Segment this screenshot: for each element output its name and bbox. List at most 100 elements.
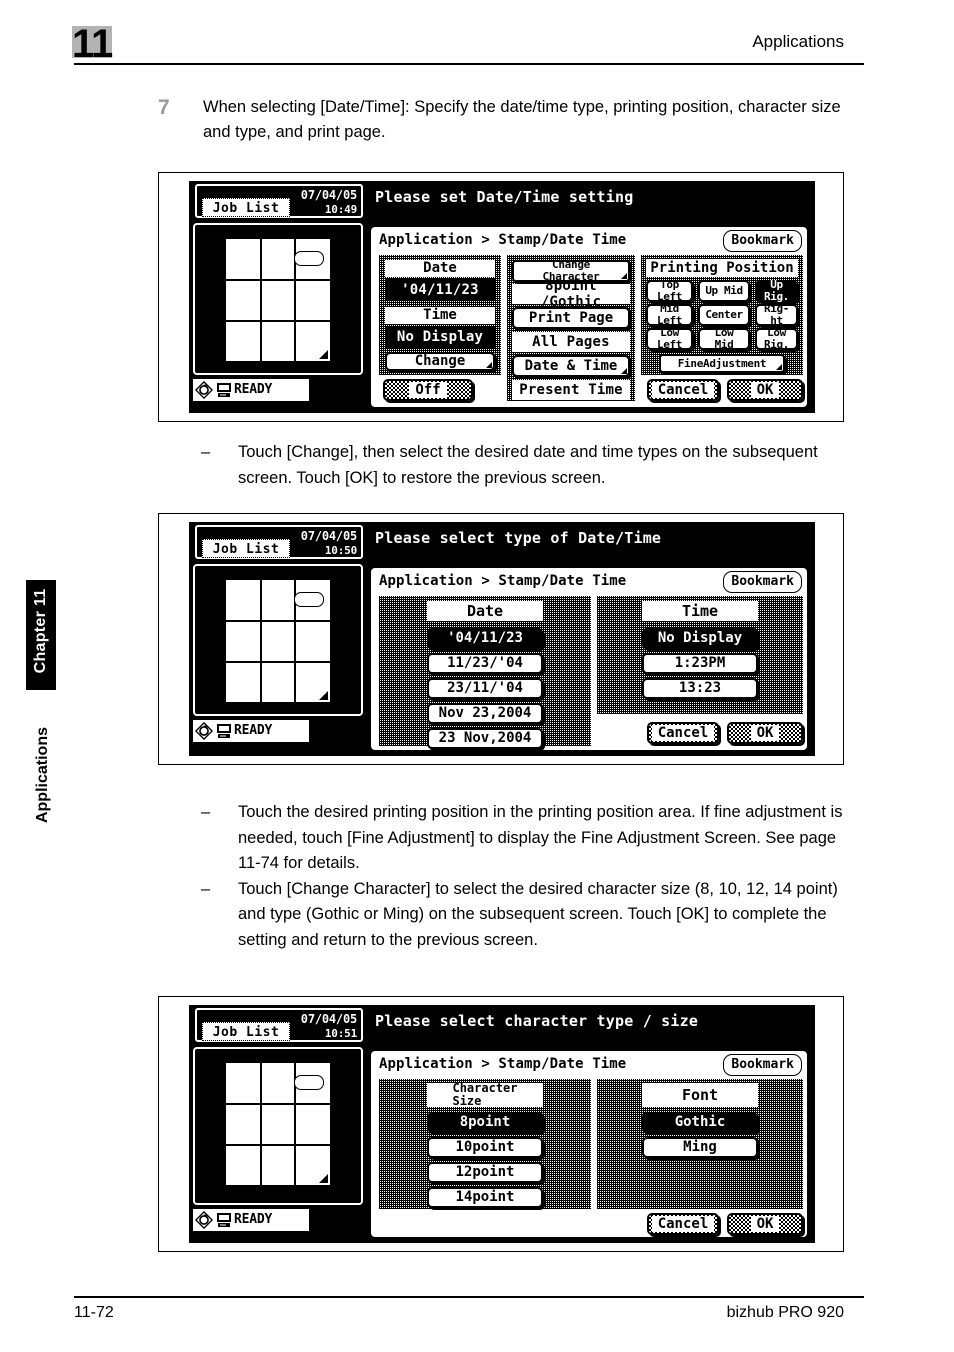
change-button-label-1: Change — [414, 353, 466, 370]
time-option-1[interactable]: 1:23PM — [642, 653, 758, 674]
document-preview-1 — [193, 223, 363, 375]
time-option-0[interactable]: No Display — [642, 628, 758, 649]
job-list-button-3[interactable]: Job List — [202, 1022, 290, 1041]
print-page-label-1: Print Page — [528, 309, 614, 326]
size-option-0[interactable]: 8point — [427, 1112, 543, 1133]
time-option-label-2: 13:23 — [678, 680, 722, 697]
job-list-time-2: 10:50 — [324, 544, 357, 557]
position-button-top-left[interactable]: Top Left — [646, 278, 693, 303]
job-list-time-1: 10:49 — [324, 203, 357, 216]
rotate-icon-1 — [195, 381, 213, 399]
job-list-date-2: 07/04/05 — [300, 529, 357, 543]
date-option-4[interactable]: 23 Nov,2004 — [427, 728, 543, 749]
bookmark-button-3[interactable]: Bookmark — [723, 1054, 802, 1076]
position-label-up-right: Up Rig. — [764, 278, 789, 303]
status-text-3: READY — [234, 1212, 273, 1227]
ok-label-3: OK — [750, 1216, 780, 1232]
lcd-screen-1: Job List 07/04/05 10:49 Please set Date/… — [189, 181, 815, 413]
size-option-2[interactable]: 12point — [427, 1162, 543, 1183]
position-label-center: Center — [705, 308, 743, 322]
stamp-position-indicator-2 — [294, 592, 324, 607]
date-option-label-3: Nov 23,2004 — [438, 705, 532, 722]
printer-icon-3 — [217, 1213, 231, 1227]
lcd-top-bar-2: Job List 07/04/05 10:50 Please select ty… — [189, 522, 815, 562]
list-item: – Touch [Change], then select the desire… — [195, 440, 855, 491]
position-button-up-mid[interactable]: Up Mid — [698, 280, 750, 302]
position-button-right[interactable]: Rig- ht — [755, 303, 798, 326]
position-button-up-right[interactable]: Up Rig. — [755, 278, 798, 303]
status-bar-1: READY — [193, 379, 309, 401]
date-time-button-1[interactable]: Date & Time — [512, 355, 630, 377]
date-option-label-0: '04/11/23 — [447, 630, 523, 647]
page-corner-mark-2 — [319, 691, 328, 700]
chapter-side-tab: Chapter 11 — [26, 580, 56, 690]
position-label-top-left: Top Left — [657, 278, 682, 303]
font-option-0[interactable]: Gothic — [642, 1112, 758, 1133]
bullet-list-1: – Touch [Change], then select the desire… — [195, 440, 855, 491]
size-option-label-0: 8point — [459, 1114, 511, 1131]
job-list-date-3: 07/04/05 — [300, 1012, 357, 1026]
date-option-3[interactable]: Nov 23,2004 — [427, 703, 543, 724]
print-page-button-1[interactable]: Print Page — [512, 307, 630, 329]
position-button-low-left[interactable]: Low Left — [646, 327, 693, 350]
lcd-top-bar-1: Job List 07/04/05 10:49 Please set Date/… — [189, 181, 815, 221]
ok-label-1: OK — [750, 382, 780, 398]
change-button-1[interactable]: Change — [385, 352, 495, 371]
footer-page-number: 11-72 — [74, 1304, 114, 1321]
lcd-screen-3: Job List 07/04/05 10:51 Please select ch… — [189, 1005, 815, 1243]
printer-icon-2 — [217, 724, 231, 738]
printing-position-group-1: Printing Position Top Left Up Mid Up Rig… — [641, 255, 803, 375]
chapter-side-tab-label: Chapter 11 — [32, 588, 49, 674]
date-option-0[interactable]: '04/11/23 — [427, 628, 543, 649]
cancel-label-1: Cancel — [651, 382, 715, 398]
position-button-mid-left[interactable]: Mid Left — [646, 303, 693, 326]
stamp-position-indicator-1 — [294, 251, 324, 266]
date-option-2[interactable]: 23/11/'04 — [427, 678, 543, 699]
position-button-low-mid[interactable]: Low Mid — [698, 327, 750, 350]
date-time-button-label-1: Date & Time — [524, 357, 618, 374]
header-rule — [74, 63, 864, 65]
job-list-button-1[interactable]: Job List — [202, 198, 290, 217]
figure-character-type-size-screen: Job List 07/04/05 10:51 Please select ch… — [158, 996, 844, 1252]
date-option-label-2: 23/11/'04 — [447, 680, 523, 697]
character-value-1: 8point /Gothic — [512, 278, 630, 310]
bullet-text: Touch the desired printing position in t… — [238, 803, 843, 872]
ok-button-3[interactable]: OK — [727, 1213, 803, 1235]
bookmark-button-1[interactable]: Bookmark — [723, 230, 802, 252]
preview-page-2 — [226, 580, 330, 702]
character-size-group: Character Size 8point 10point 12point 14… — [379, 1079, 591, 1209]
ok-button-2[interactable]: OK — [727, 722, 803, 744]
cancel-button-1[interactable]: Cancel — [647, 379, 719, 401]
cancel-button-2[interactable]: Cancel — [647, 722, 719, 744]
ok-button-1[interactable]: OK — [727, 379, 803, 401]
size-option-3[interactable]: 14point — [427, 1187, 543, 1208]
page-header: 11 Applications — [0, 0, 954, 70]
date-column-title: Date — [427, 601, 543, 621]
status-bar-3: READY — [193, 1209, 309, 1231]
size-option-1[interactable]: 10point — [427, 1137, 543, 1158]
rotate-icon-2 — [195, 722, 213, 740]
time-option-2[interactable]: 13:23 — [642, 678, 758, 699]
document-preview-3 — [193, 1047, 363, 1205]
bookmark-button-2[interactable]: Bookmark — [723, 571, 802, 593]
page-corner-mark-3 — [319, 1174, 328, 1183]
bullet-dash: – — [201, 443, 211, 461]
date-option-1[interactable]: 11/23/'04 — [427, 653, 543, 674]
header-title: Applications — [752, 32, 844, 51]
cancel-button-3[interactable]: Cancel — [647, 1213, 719, 1235]
off-button-label-1: Off — [409, 382, 447, 398]
time-options-group: Time No Display 1:23PM 13:23 — [597, 596, 803, 714]
lcd-message-3: Please select character type / size — [375, 1012, 699, 1030]
job-list-button-2[interactable]: Job List — [202, 539, 290, 558]
date-option-label-4: 23 Nov,2004 — [438, 730, 532, 747]
bullet-text: Touch [Change], then select the desired … — [238, 443, 818, 487]
settings-card-1: Application > Stamp/Date Time Bookmark D… — [369, 225, 809, 409]
date-label-1: Date — [385, 260, 495, 277]
position-button-center[interactable]: Center — [698, 304, 750, 326]
position-button-low-right[interactable]: Low Rig. — [755, 327, 798, 350]
fine-adjustment-button-1[interactable]: FineAdjustment — [659, 354, 785, 373]
preview-page-3 — [226, 1063, 330, 1185]
off-button-1[interactable]: Off — [383, 379, 473, 401]
popup-corner-icon-1 — [486, 362, 492, 368]
font-option-1[interactable]: Ming — [642, 1137, 758, 1158]
